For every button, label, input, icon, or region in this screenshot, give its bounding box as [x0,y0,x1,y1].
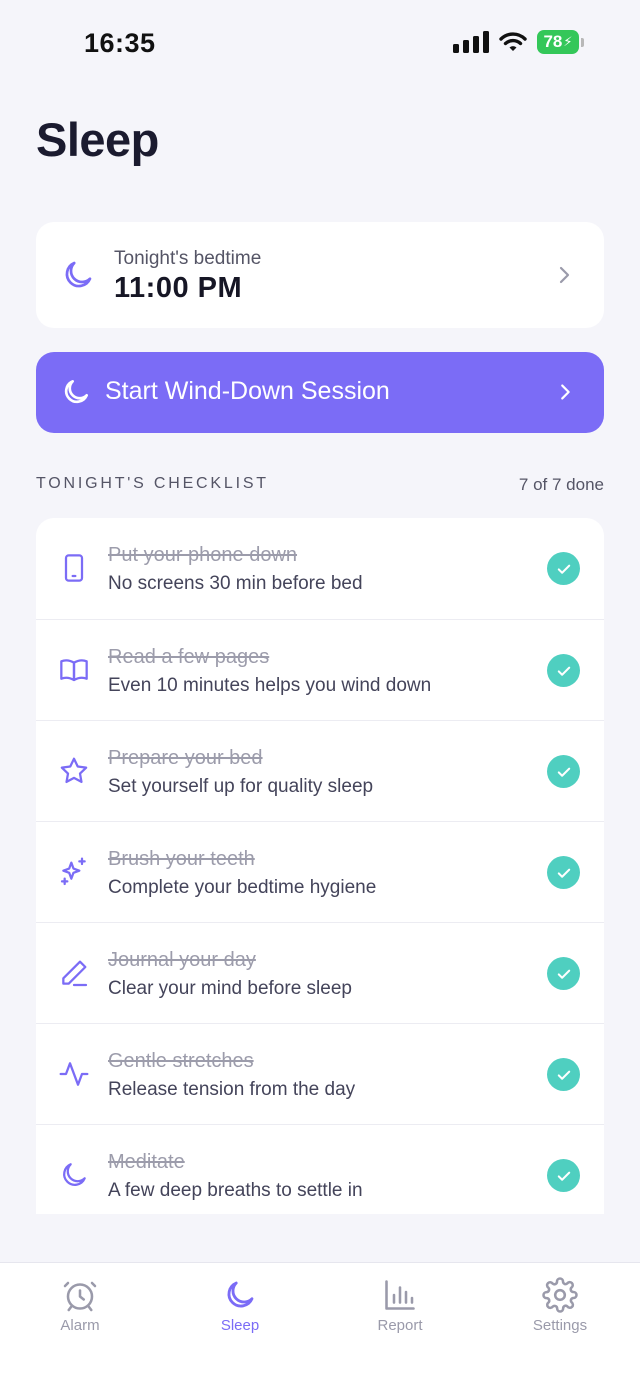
cellular-signal-icon [453,31,489,53]
checkmark-icon[interactable] [547,1159,580,1192]
tab-sleep[interactable]: Sleep [180,1277,300,1341]
checklist-item[interactable]: Read a few pages Even 10 minutes helps y… [36,619,604,720]
item-title: Journal your day [108,949,256,971]
pen-icon [62,960,88,987]
checklist-item[interactable]: Meditate A few deep breaths to settle in [36,1124,604,1214]
tab-label: Alarm [60,1317,100,1334]
checklist-count: 7 of 7 done [518,475,604,494]
moon-icon [64,380,88,404]
item-subtitle: No screens 30 min before bed [108,573,363,594]
tab-settings[interactable]: Settings [500,1277,620,1341]
item-title: Put your phone down [108,544,298,566]
checkmark-icon[interactable] [547,654,580,687]
bedtime-value: 11:00 PM [114,272,243,304]
sparkles-icon [60,857,86,886]
checkmark-icon[interactable] [547,1058,580,1091]
item-subtitle: Complete your bedtime hygiene [108,877,377,898]
bedtime-label: Tonight's bedtime [114,248,262,269]
item-title: Brush your teeth [108,848,255,870]
moon-icon [227,1281,254,1308]
checklist-item[interactable]: Brush your teeth Complete your bedtime h… [36,821,604,922]
tab-bar: Alarm Sleep Report Settings [0,1262,640,1387]
pulse-icon [59,1062,89,1086]
checklist-item[interactable]: Prepare your bed Set yourself up for qua… [36,720,604,821]
checklist-item[interactable]: Journal your day Clear your mind before … [36,922,604,1023]
checkmark-icon[interactable] [547,957,580,990]
checklist-item[interactable]: Gentle stretches Release tension from th… [36,1023,604,1124]
item-subtitle: Set yourself up for quality sleep [108,776,374,797]
bedtime-card[interactable]: Tonight's bedtime 11:00 PM [36,222,604,328]
moon-icon [63,1163,86,1186]
tab-label: Settings [532,1317,588,1334]
star-icon [60,757,88,784]
gear-icon [542,1277,578,1313]
chevron-right-icon [559,266,570,284]
checkmark-icon[interactable] [547,552,580,585]
item-title: Gentle stretches [108,1050,254,1072]
page-title: Sleep [36,113,159,166]
item-subtitle: Clear your mind before sleep [108,978,352,999]
checklist: Put your phone down No screens 30 min be… [36,518,604,1214]
chevron-right-icon [561,384,570,400]
moon-icon [65,261,92,288]
item-subtitle: A few deep breaths to settle in [108,1180,363,1201]
status-time: 16:35 [84,28,156,58]
tab-label: Report [377,1317,423,1334]
wifi-icon [499,32,527,51]
sleep-screen: 16:35 78 ⚡ Sleep Tonight's bedtime 11:00 … [0,0,640,1387]
checkmark-icon[interactable] [547,856,580,889]
item-title: Prepare your bed [108,747,263,769]
item-subtitle: Release tension from the day [108,1079,356,1100]
start-wind-down-button[interactable]: Start Wind-Down Session [36,352,604,433]
wind-down-label: Start Wind-Down Session [105,377,390,405]
phone-icon [64,554,84,582]
item-title: Meditate [108,1151,185,1173]
tab-label: Sleep [220,1317,260,1334]
bar-chart-icon [385,1280,415,1310]
battery-level: 78 [543,32,563,51]
item-subtitle: Even 10 minutes helps you wind down [108,675,432,696]
status-indicators: 78 ⚡ [453,30,584,54]
tab-report[interactable]: Report [340,1277,460,1341]
alarm-clock-icon [63,1281,97,1312]
book-icon [60,659,88,682]
checklist-title: TONIGHT'S CHECKLIST [36,475,269,492]
checklist-header: TONIGHT'S CHECKLIST 7 of 7 done [36,475,604,497]
checklist-item[interactable]: Put your phone down No screens 30 min be… [36,518,604,619]
checkmark-icon[interactable] [547,755,580,788]
battery-icon: 78 ⚡ [537,30,584,54]
status-bar: 16:35 78 ⚡ [0,0,640,88]
tab-alarm[interactable]: Alarm [20,1277,140,1341]
item-title: Read a few pages [108,646,270,668]
